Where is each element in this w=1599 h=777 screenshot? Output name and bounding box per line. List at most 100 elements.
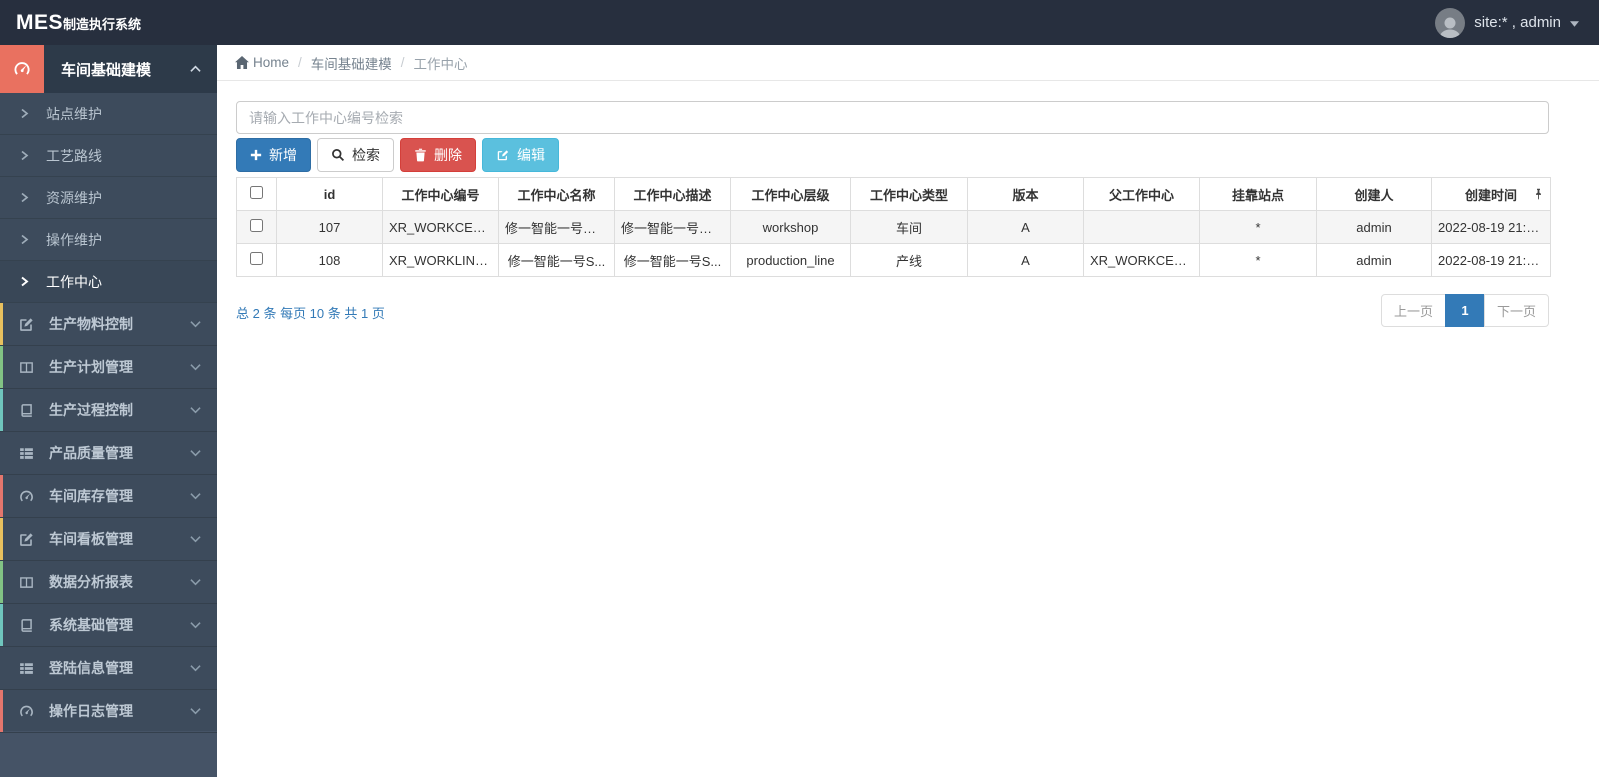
pin-icon[interactable] xyxy=(1534,188,1543,201)
sidebar-group-label: 生产计划管理 xyxy=(49,359,133,375)
cell-desc: 修一智能一号车间 xyxy=(614,210,731,244)
sidebar-group-label: 生产物料控制 xyxy=(49,316,133,332)
accent-strip xyxy=(0,389,3,431)
sidebar-group-label: 操作日志管理 xyxy=(49,703,133,719)
row-checkbox[interactable] xyxy=(250,219,263,232)
pagination: 上一页 1 下一页 xyxy=(1380,294,1549,327)
search-input[interactable] xyxy=(236,101,1549,134)
top-navbar: MES 制造执行系统 site:* , admin xyxy=(0,0,1599,45)
sidebar-group-label: 车间看板管理 xyxy=(49,531,133,547)
edit-button[interactable]: 编辑 xyxy=(482,138,559,172)
column-header-code: 工作中心编号 xyxy=(382,177,499,211)
breadcrumb-separator: / xyxy=(400,55,405,70)
cell-station: * xyxy=(1199,210,1317,244)
chevron-right-icon xyxy=(20,276,29,287)
chevron-right-icon xyxy=(20,234,29,245)
sidebar-group-system-management[interactable]: 系统基础管理 xyxy=(0,604,217,647)
avatar[interactable] xyxy=(1435,7,1466,38)
cell-type: 产线 xyxy=(850,243,968,277)
cell-version: A xyxy=(967,243,1084,277)
gauge-icon xyxy=(18,703,35,720)
columns-icon xyxy=(18,359,35,376)
pagination-row: 总 2 条 每页 10 条 共 1 页 上一页 1 下一页 xyxy=(236,294,1549,327)
person-icon xyxy=(1439,17,1462,38)
trash-icon xyxy=(415,148,426,162)
sidebar-group-quality-management[interactable]: 产品质量管理 xyxy=(0,432,217,475)
prev-page-button[interactable]: 上一页 xyxy=(1380,294,1446,327)
toolbar: 新增 检索 删除 编辑 xyxy=(236,138,1549,172)
accent-strip xyxy=(0,303,3,345)
sidebar-item-operation-maintenance[interactable]: 操作维护 xyxy=(0,219,217,261)
sidebar-group-kanban-management[interactable]: 车间看板管理 xyxy=(0,518,217,561)
column-header-id: id xyxy=(276,177,383,211)
page-1-button[interactable]: 1 xyxy=(1444,294,1485,327)
accent-strip xyxy=(0,561,3,603)
sidebar-group-operation-log[interactable]: 操作日志管理 xyxy=(0,690,217,733)
sidebar-group-process-control[interactable]: 生产过程控制 xyxy=(0,389,217,432)
search-button-label: 检索 xyxy=(352,147,380,163)
delete-button-label: 删除 xyxy=(434,147,462,163)
sidebar-group-inventory-management[interactable]: 车间库存管理 xyxy=(0,475,217,518)
sidebar-group-workshop-modeling[interactable]: 车间基础建模 xyxy=(0,45,217,93)
add-button[interactable]: 新增 xyxy=(236,138,311,172)
gauge-icon xyxy=(18,488,35,505)
work-center-table: id 工作中心编号 工作中心名称 工作中心描述 工作中心层级 工作中心类型 版本… xyxy=(236,177,1551,277)
chevron-right-icon xyxy=(20,150,29,161)
cell-name: 修一智能一号车间 xyxy=(498,210,615,244)
caret-down-icon xyxy=(1570,14,1579,31)
sidebar-group-label: 生产过程控制 xyxy=(49,402,133,418)
sidebar-nav: 车间基础建模 站点维护 工艺路线 资源维护 操作维护 工作中心 生产物料控制 生… xyxy=(0,45,217,777)
next-page-button[interactable]: 下一页 xyxy=(1483,294,1549,327)
edit-button-label: 编辑 xyxy=(517,147,545,163)
sidebar-item-station-maintenance[interactable]: 站点维护 xyxy=(0,93,217,135)
logo-mes: MES xyxy=(16,10,64,34)
sidebar-group-data-analysis[interactable]: 数据分析报表 xyxy=(0,561,217,604)
table-row[interactable]: 108 XR_WORKLINE... 修一智能一号S... 修一智能一号S...… xyxy=(236,243,1551,277)
cell-station: * xyxy=(1199,243,1317,277)
page-body: 新增 检索 删除 编辑 xyxy=(217,81,1599,327)
sidebar-item-label: 站点维护 xyxy=(46,105,102,122)
column-header-name: 工作中心名称 xyxy=(498,177,615,211)
chevron-right-icon xyxy=(20,192,29,203)
sidebar-item-process-route[interactable]: 工艺路线 xyxy=(0,135,217,177)
select-all-checkbox[interactable] xyxy=(250,186,263,199)
sidebar-group-label: 车间基础建模 xyxy=(61,61,152,79)
cell-creator: admin xyxy=(1316,243,1432,277)
column-header-desc: 工作中心描述 xyxy=(614,177,731,211)
column-header-version: 版本 xyxy=(967,177,1084,211)
row-checkbox[interactable] xyxy=(250,252,263,265)
pagination-summary[interactable]: 总 2 条 每页 10 条 共 1 页 xyxy=(236,294,385,322)
chevron-down-icon xyxy=(190,320,201,328)
row-select-cell xyxy=(236,243,277,277)
breadcrumb-workshop-modeling[interactable]: 车间基础建模 xyxy=(311,53,392,73)
sidebar-group-label: 登陆信息管理 xyxy=(49,660,133,676)
sidebar-item-work-center[interactable]: 工作中心 xyxy=(0,261,217,303)
plus-icon xyxy=(250,149,262,161)
column-header-station: 挂靠站点 xyxy=(1199,177,1317,211)
chevron-down-icon xyxy=(190,406,201,414)
columns-icon xyxy=(18,574,35,591)
sidebar-group-plan-management[interactable]: 生产计划管理 xyxy=(0,346,217,389)
user-menu[interactable]: site:* , admin xyxy=(1435,7,1599,38)
search-button[interactable]: 检索 xyxy=(317,138,394,172)
th-list-icon xyxy=(18,660,35,677)
pencil-square-icon xyxy=(18,316,35,333)
sidebar-group-login-info[interactable]: 登陆信息管理 xyxy=(0,647,217,690)
breadcrumb-home[interactable]: Home xyxy=(253,55,289,70)
sidebar-item-label: 工作中心 xyxy=(46,273,102,290)
column-header-level: 工作中心层级 xyxy=(730,177,851,211)
accent-strip xyxy=(0,604,3,646)
chevron-down-icon xyxy=(190,363,201,371)
chevron-down-icon xyxy=(190,492,201,500)
chevron-up-icon xyxy=(190,60,201,78)
accent-strip xyxy=(0,690,3,732)
sidebar-item-resource-maintenance[interactable]: 资源维护 xyxy=(0,177,217,219)
table-row[interactable]: 107 XR_WORKCEN... 修一智能一号车间 修一智能一号车间 work… xyxy=(236,210,1551,244)
cell-created: 2022-08-19 21:1... xyxy=(1431,243,1551,277)
delete-button[interactable]: 删除 xyxy=(400,138,476,172)
chevron-down-icon xyxy=(190,621,201,629)
book-icon xyxy=(18,617,35,634)
accent-strip xyxy=(0,518,3,560)
sidebar-group-material-control[interactable]: 生产物料控制 xyxy=(0,303,217,346)
book-icon xyxy=(18,402,35,419)
